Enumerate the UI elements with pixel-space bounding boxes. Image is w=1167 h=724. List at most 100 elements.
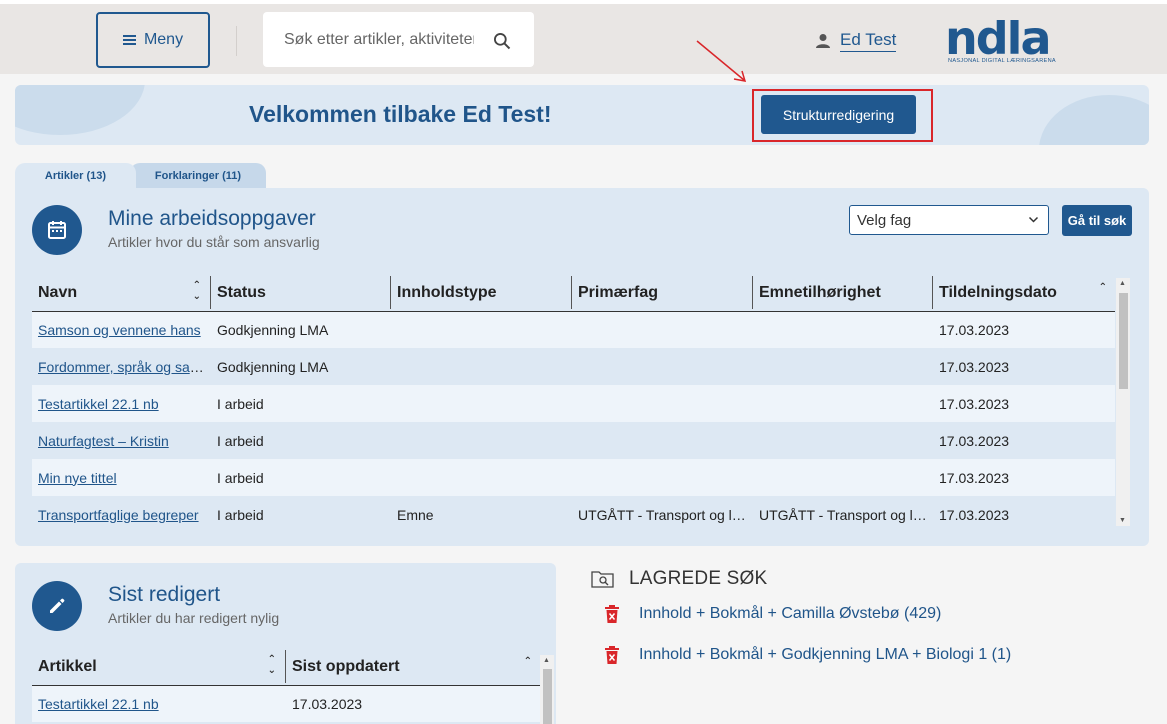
tasks-scrollbar[interactable]: ▲ ▼ (1116, 278, 1130, 526)
column-label: Emnetilhørighet (759, 284, 881, 302)
table-row: Samson og vennene hans Godkjenning LMA 1… (32, 311, 1115, 348)
scroll-down-icon[interactable]: ▼ (1119, 517, 1126, 524)
type-cell (391, 422, 572, 459)
subject-cell (572, 311, 753, 348)
banner-decoration (15, 85, 145, 135)
column-header-topic[interactable]: Emnetilhørighet (753, 276, 933, 312)
welcome-title: Velkommen tilbake Ed Test! (249, 101, 552, 127)
tasks-title: Mine arbeidsoppgaver (108, 207, 316, 230)
topic-cell (753, 459, 933, 496)
hamburger-icon (122, 35, 136, 45)
saved-search-item: Innhold + Bokmål + Godkjenning LMA + Bio… (603, 645, 1011, 665)
banner-decoration (1039, 95, 1149, 145)
column-label: Navn (38, 284, 78, 302)
recent-table: Artikkel ⌃ ⌄ Sist oppdatert ⌃ Testartikkel … (32, 650, 540, 722)
tab-explanations[interactable]: Forklaringer (11) (130, 163, 266, 189)
header-divider (236, 26, 237, 56)
logo-tagline: NASJONAL DIGITAL LÆRINGSARENA (948, 58, 1056, 64)
search-input[interactable] (284, 30, 474, 49)
tasks-table: Navn ⌃ ⌄ Status Innholdstype Primærfag Emn… (32, 276, 1115, 533)
type-cell (391, 385, 572, 422)
article-link[interactable]: Transportfaglige begreper (38, 507, 199, 523)
article-link[interactable]: Samson og vennene hans (38, 322, 201, 338)
status-cell: I arbeid (211, 385, 391, 422)
sort-up-icon[interactable]: ⌃ (1099, 282, 1107, 293)
table-row: Min nye tittel I arbeid 17.03.2023 (32, 459, 1115, 496)
column-header-name[interactable]: Navn ⌃ ⌄ (32, 276, 211, 312)
article-link[interactable]: Naturfagtest – Kristin (38, 433, 169, 449)
date-cell: 17.03.2023 (933, 496, 1115, 533)
column-header-primary-subject[interactable]: Primærfag (572, 276, 753, 312)
saved-searches-title: LAGREDE SØK (629, 568, 768, 589)
saved-searches: LAGREDE SØK Innhold + Bokmål + Camilla Ø… (591, 568, 1011, 664)
user-icon (816, 34, 830, 48)
folder-search-icon (591, 571, 614, 588)
ndla-logo[interactable]: ndla NASJONAL DIGITAL LÆRINGSARENA (945, 11, 1069, 68)
table-row: Fordommer, språk og samfunn Godkjenning … (32, 348, 1115, 385)
chevron-down-icon (1028, 216, 1039, 223)
tasks-subtitle: Artikler hvor du står som ansvarlig (108, 234, 320, 250)
user-menu[interactable]: Ed Test (815, 30, 897, 52)
search-icon[interactable] (492, 31, 512, 51)
type-cell (391, 311, 572, 348)
scroll-up-icon[interactable]: ▲ (543, 657, 550, 664)
article-link[interactable]: Testartikkel 22.1 nb (38, 696, 159, 712)
date-cell: 17.03.2023 (933, 422, 1115, 459)
subject-select-value: Velg fag (857, 211, 912, 229)
scroll-up-icon[interactable]: ▲ (1119, 280, 1126, 287)
article-link[interactable]: Min nye tittel (38, 470, 117, 486)
subject-cell (572, 385, 753, 422)
ndla-logo-mark: ndla (945, 11, 1051, 65)
sort-icon[interactable]: ⌃ ⌄ (193, 280, 201, 302)
saved-search-link[interactable]: Innhold + Bokmål + Godkjenning LMA + Bio… (639, 646, 1011, 664)
topic-cell (753, 348, 933, 385)
column-header-assigned-date[interactable]: Tildelningsdato ⌃ (933, 276, 1115, 312)
menu-button[interactable]: Meny (96, 12, 210, 68)
status-cell: I arbeid (211, 496, 391, 533)
column-label: Artikkel (38, 658, 97, 676)
article-link[interactable]: Testartikkel 22.1 nb (38, 396, 159, 412)
type-cell: Emne (391, 496, 572, 533)
type-cell (391, 348, 572, 385)
topic-cell: UTGÅTT - Transport og logistikk (753, 496, 933, 533)
tab-articles[interactable]: Artikler (13) (15, 163, 136, 189)
date-cell: 17.03.2023 (933, 348, 1115, 385)
recent-subtitle: Artikler du har redigert nylig (108, 610, 280, 626)
tasks-card: Mine arbeidsoppgaver Artikler hvor du st… (15, 188, 1149, 546)
scrollbar-thumb[interactable] (543, 669, 552, 724)
table-row: Transportfaglige begreper I arbeid Emne … (32, 496, 1115, 533)
user-name[interactable]: Ed Test (840, 30, 897, 52)
subject-cell: UTGÅTT - Transport og logistikk (572, 496, 753, 533)
recent-scrollbar[interactable]: ▲ (540, 655, 554, 724)
date-cell: 17.03.2023 (933, 459, 1115, 496)
structure-edit-button[interactable]: Strukturredigering (761, 95, 916, 134)
menu-button-label: Meny (143, 31, 184, 48)
column-label: Innholdstype (397, 284, 497, 302)
column-label: Primærfag (578, 284, 659, 302)
delete-icon[interactable] (603, 604, 621, 624)
sort-up-icon[interactable]: ⌃ (524, 656, 532, 667)
column-header-content-type[interactable]: Innholdstype (391, 276, 572, 312)
delete-icon[interactable] (603, 645, 621, 665)
column-header-last-updated[interactable]: Sist oppdatert ⌃ (286, 650, 540, 686)
saved-search-link[interactable]: Innhold + Bokmål + Camilla Øvstebø (429) (639, 605, 941, 623)
scrollbar-thumb[interactable] (1119, 293, 1128, 389)
article-link[interactable]: Fordommer, språk og samfunn (38, 359, 211, 375)
pencil-icon (32, 581, 82, 631)
logo-text: ndla (947, 20, 1049, 56)
go-to-search-button[interactable]: Gå til søk (1062, 205, 1132, 236)
search-box[interactable] (263, 12, 534, 67)
status-cell: I arbeid (211, 422, 391, 459)
top-header: Meny Ed Test ndla NASJONAL DIGITAL LÆRIN… (0, 0, 1167, 74)
sort-icon[interactable]: ⌃ ⌄ (268, 654, 276, 676)
subject-cell (572, 422, 753, 459)
date-cell: 17.03.2023 (286, 685, 540, 722)
column-label: Tildelningsdato (939, 284, 1057, 302)
table-row: Testartikkel 22.1 nb 17.03.2023 (32, 685, 540, 722)
subject-select[interactable]: Velg fag (849, 205, 1049, 235)
recent-card: Sist redigert Artikler du har redigert n… (15, 563, 556, 724)
column-header-status[interactable]: Status (211, 276, 391, 312)
column-header-article[interactable]: Artikkel ⌃ ⌄ (32, 650, 286, 686)
type-cell (391, 459, 572, 496)
topic-cell (753, 385, 933, 422)
